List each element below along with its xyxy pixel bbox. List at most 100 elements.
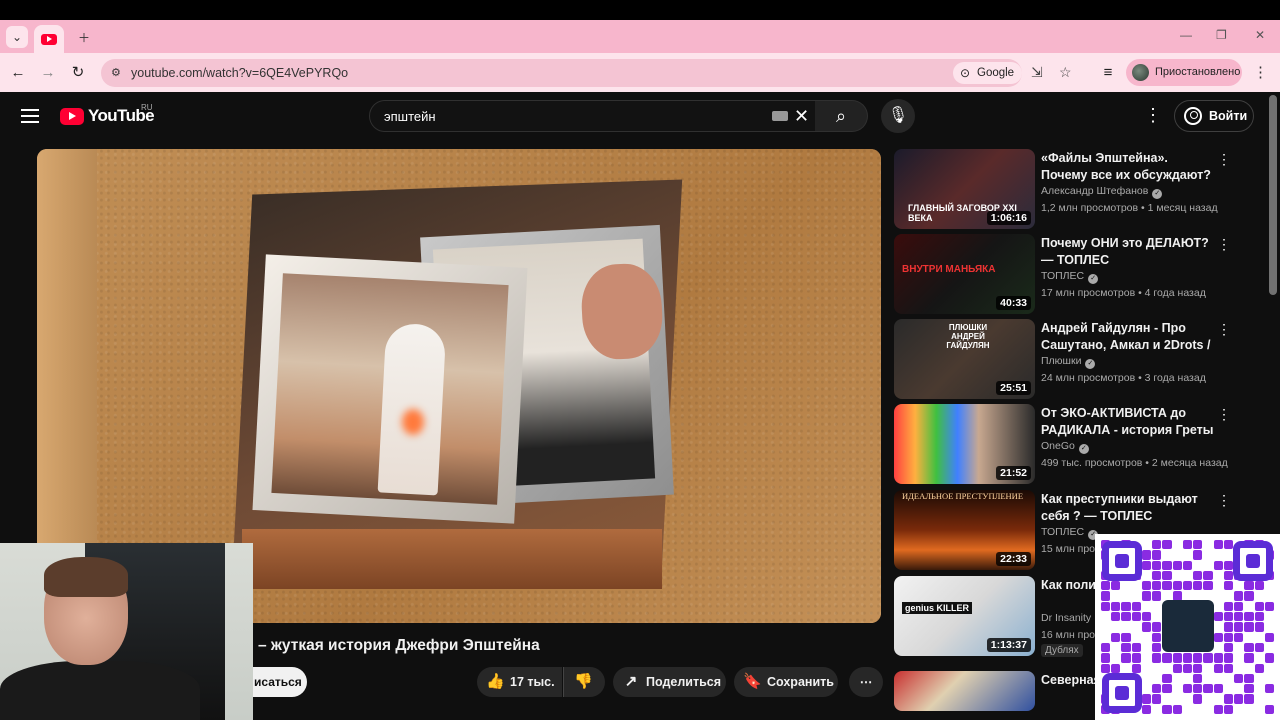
omnibox[interactable]: ⚙ youtube.com/watch?v=6QE4VePYRQo Google… — [101, 59, 1072, 87]
channel-name[interactable]: Александр Штефанов ✓ — [1041, 185, 1163, 199]
new-tab-button[interactable]: ＋ — [73, 26, 95, 48]
search-button[interactable]: ⌕ — [815, 100, 868, 132]
forward-button[interactable]: → — [38, 63, 58, 83]
qr-module — [1131, 632, 1141, 642]
qr-module — [1141, 570, 1152, 581]
thumbnail[interactable]: 21:52 — [894, 404, 1035, 484]
youtube-logo[interactable]: YouTube RU — [60, 103, 155, 126]
qr-module — [1244, 612, 1254, 622]
recommendation-item[interactable]: ВНУТРИ МАНЬЯКА 40:33 Почему ОНИ это ДЕЛА… — [894, 234, 1239, 314]
item-menu-icon[interactable]: ⋮ — [1217, 406, 1231, 423]
microphone-icon[interactable]: 🎙 — [881, 99, 915, 133]
qr-module — [1244, 653, 1254, 663]
site-info-icon[interactable]: ⚙ — [111, 66, 125, 80]
menu-icon[interactable] — [21, 109, 39, 123]
channel-name[interactable]: OneGo ✓ — [1041, 440, 1089, 454]
qr-module — [1141, 581, 1152, 591]
reload-button[interactable]: ↻ — [68, 63, 88, 83]
item-menu-icon[interactable]: ⋮ — [1217, 492, 1231, 509]
qr-module — [1264, 632, 1274, 642]
share-button[interactable]: ↗ Поделиться — [613, 667, 726, 697]
recommendation-item[interactable]: 21:52 От ЭКО-АКТИВИСТА до РАДИКАЛА - ист… — [894, 404, 1239, 484]
qr-module — [1264, 622, 1274, 632]
qr-module — [1223, 684, 1234, 694]
close-window-icon[interactable]: ✕ — [1255, 28, 1265, 42]
minimize-icon[interactable]: — — [1180, 28, 1192, 42]
qr-module — [1141, 550, 1152, 560]
profile-button[interactable]: Приостановлено — [1126, 59, 1242, 86]
video-title[interactable]: Почему ОНИ это ДЕЛАЮТ? — ТОПЛЕС — [1041, 235, 1216, 269]
video-meta: 15 млн про — [1041, 543, 1096, 555]
more-actions-button[interactable]: ⋯ — [849, 667, 883, 697]
thumbs-up-icon: 👍 — [486, 673, 505, 690]
thumbnail[interactable]: ИДЕАЛЬНОЕ ПРЕСТУПЛЕНИЕ 22:33 — [894, 490, 1035, 570]
qr-module — [1101, 591, 1111, 601]
duration: 1:13:37 — [986, 638, 1031, 652]
install-app-icon[interactable]: ⇲ — [1031, 64, 1043, 81]
qr-module — [1244, 581, 1254, 591]
media-controls-icon[interactable]: ≡ — [1098, 63, 1118, 83]
bookmark-star-icon[interactable]: ☆ — [1059, 64, 1072, 81]
video-title[interactable]: Как преступники выдают себя ? — ТОПЛЕС — [1041, 491, 1216, 525]
item-menu-icon[interactable]: ⋮ — [1217, 321, 1231, 338]
search-query[interactable]: эпштейн — [384, 109, 436, 124]
qr-module — [1152, 540, 1162, 550]
qr-module — [1213, 684, 1223, 694]
search-input[interactable]: эпштейн ✕ — [369, 100, 816, 132]
qr-module — [1141, 540, 1152, 550]
url-text[interactable]: youtube.com/watch?v=6QE4VePYRQo — [131, 66, 348, 80]
channel-name[interactable]: ТОПЛЕС ✓ — [1041, 526, 1099, 540]
duration: 40:33 — [996, 296, 1031, 310]
tab-youtube[interactable] — [34, 25, 64, 53]
qr-module — [1254, 673, 1264, 684]
back-button[interactable]: ← — [8, 63, 28, 83]
page-scrollbar[interactable] — [1269, 95, 1277, 295]
qr-module — [1254, 581, 1264, 591]
qr-module — [1101, 622, 1111, 632]
qr-module — [1162, 673, 1172, 684]
clear-search-icon[interactable]: ✕ — [794, 106, 809, 127]
item-menu-icon[interactable]: ⋮ — [1217, 151, 1231, 168]
qr-module — [1223, 642, 1234, 653]
thumbnail[interactable]: ВНУТРИ МАНЬЯКА 40:33 — [894, 234, 1035, 314]
qr-module — [1152, 591, 1162, 601]
restore-icon[interactable]: ❐ — [1216, 28, 1227, 42]
thumbnail[interactable]: ГЛАВНЫЙ ЗАГОВОР XXI ВЕКА 1:06:16 — [894, 149, 1035, 229]
subscribe-button[interactable]: исаться — [252, 667, 307, 697]
video-frame-shelf — [242, 529, 662, 589]
thumbnail[interactable]: ПЛЮШКИ АНДРЕЙ ГАЙДУЛЯН 25:51 — [894, 319, 1035, 399]
qr-module — [1203, 684, 1213, 694]
qr-module — [1121, 663, 1131, 673]
qr-module — [1162, 581, 1172, 591]
browser-menu-icon[interactable]: ⋮ — [1253, 63, 1268, 81]
dislike-button[interactable]: 👎 — [563, 667, 605, 697]
recommendation-item[interactable]: ПЛЮШКИ АНДРЕЙ ГАЙДУЛЯН 25:51 Андрей Гайд… — [894, 319, 1239, 399]
photo-face — [579, 261, 665, 362]
channel-name[interactable]: Плюшки ✓ — [1041, 355, 1096, 369]
qr-module — [1152, 694, 1162, 704]
thumbnail[interactable]: genius KILLER 1:13:37 — [894, 576, 1035, 656]
video-title[interactable]: От ЭКО-АКТИВИСТА до РАДИКАЛА - история Г… — [1041, 405, 1216, 439]
recommendation-item[interactable]: ГЛАВНЫЙ ЗАГОВОР XXI ВЕКА 1:06:16 «Файлы … — [894, 149, 1239, 229]
qr-module — [1172, 570, 1182, 581]
channel-name[interactable]: ТОПЛЕС ✓ — [1041, 270, 1099, 284]
keyboard-icon[interactable] — [772, 111, 788, 121]
qr-module — [1152, 550, 1162, 560]
share-icon: ↗ — [624, 673, 638, 690]
thumbnail[interactable] — [894, 671, 1035, 711]
video-title[interactable]: Андрей Гайдулян - Про Сашутано, Амкал и … — [1041, 320, 1216, 354]
qr-finder-bottom-left — [1102, 673, 1142, 713]
video-title[interactable]: «Файлы Эпштейна». Почему все их обсуждаю… — [1041, 150, 1216, 184]
tab-search-button[interactable]: ⌄ — [6, 26, 28, 48]
webcam-person-body — [0, 661, 200, 720]
like-button[interactable]: 👍 17 тыс. — [477, 667, 562, 697]
qr-module — [1162, 570, 1172, 581]
save-button[interactable]: 🔖 Сохранить — [734, 667, 838, 697]
item-menu-icon[interactable]: ⋮ — [1217, 236, 1231, 253]
qr-module — [1223, 581, 1234, 591]
signin-button[interactable]: Войти — [1174, 100, 1254, 132]
channel-name[interactable]: Dr Insanity — [1041, 612, 1091, 624]
settings-more-icon[interactable]: ⋮ — [1144, 105, 1162, 126]
google-lens-button[interactable]: Google — [953, 62, 1023, 84]
qr-module — [1193, 581, 1203, 591]
